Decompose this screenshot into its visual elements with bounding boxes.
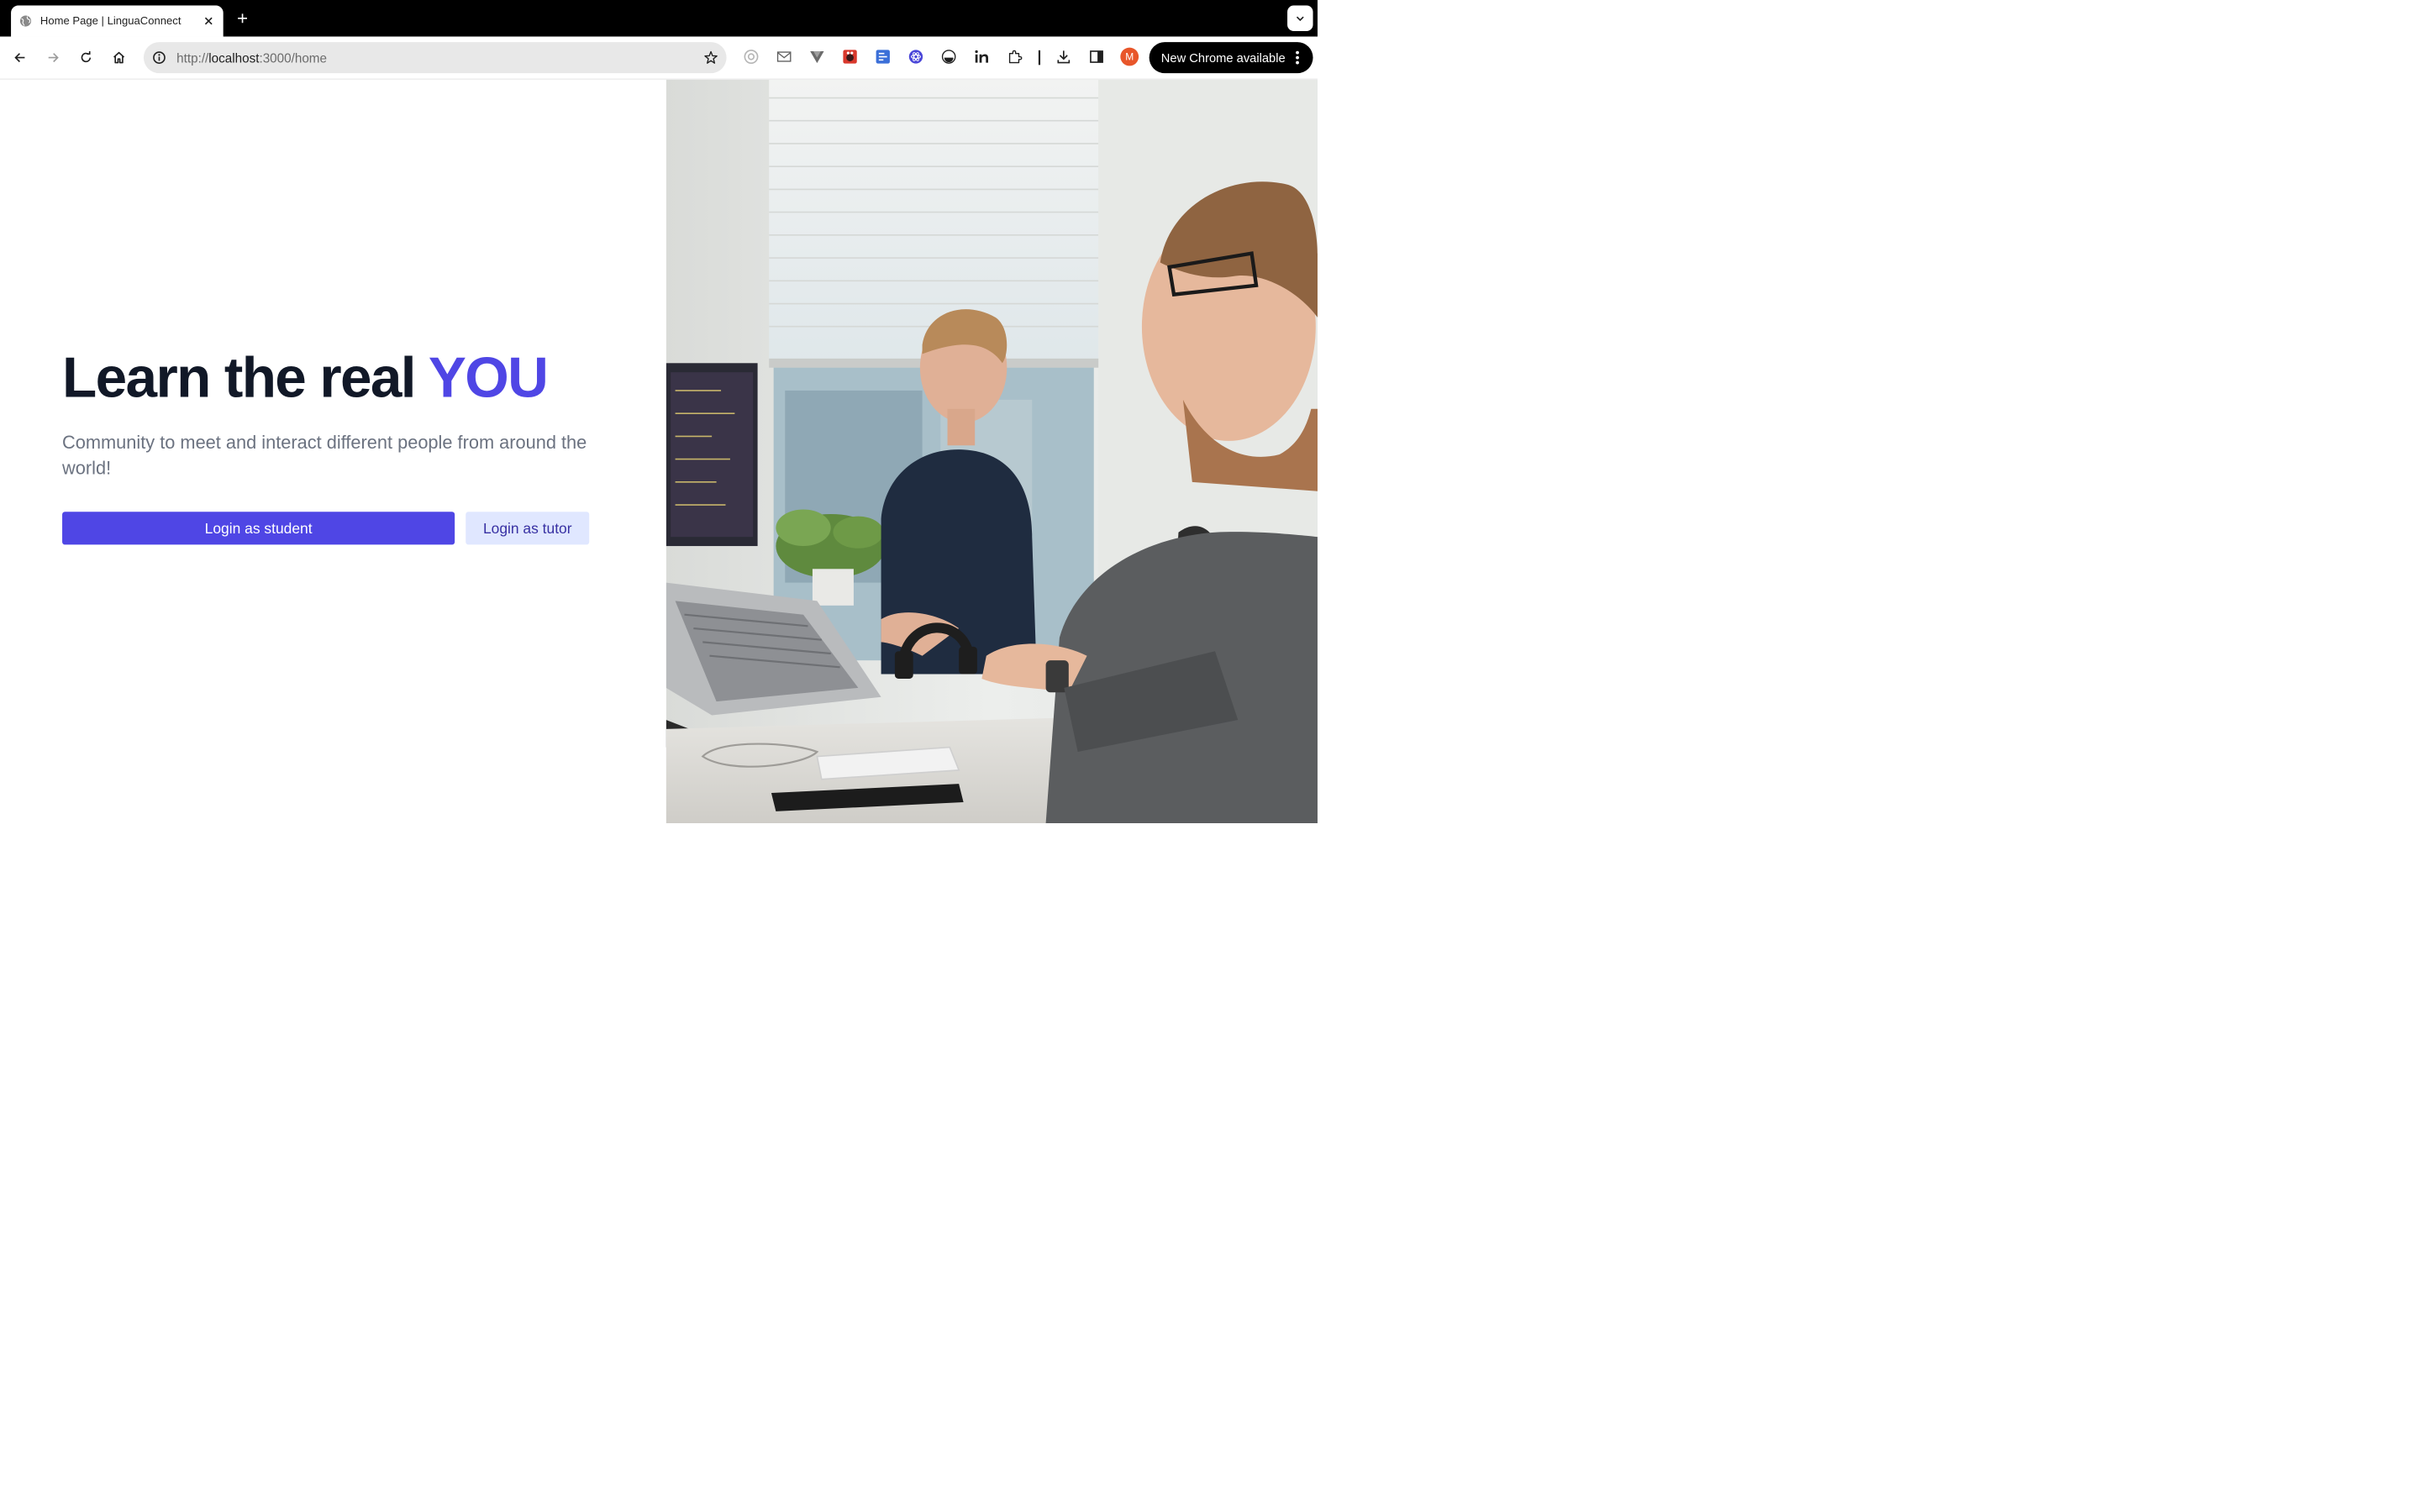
home-icon[interactable] — [108, 47, 129, 69]
url-path: :3000/home — [259, 50, 327, 66]
more-menu-icon[interactable] — [1288, 49, 1307, 67]
hero-title-accent: YOU — [428, 346, 549, 410]
react-devtools-icon[interactable] — [907, 48, 925, 66]
reload-icon[interactable] — [75, 47, 97, 69]
site-info-icon[interactable] — [150, 49, 169, 67]
tracker-extension-icon[interactable] — [939, 48, 958, 66]
timer-extension-icon[interactable] — [742, 48, 760, 66]
page-content: Learn the real YOU Community to meet and… — [0, 79, 1318, 823]
bookmark-star-icon[interactable] — [702, 49, 720, 67]
chrome-update-button[interactable]: New Chrome available — [1149, 42, 1313, 74]
browser-tab[interactable]: Home Page | LinguaConnect — [11, 5, 224, 37]
tab-title: Home Page | LinguaConnect — [39, 14, 182, 28]
chevron-down-icon[interactable] — [1287, 5, 1313, 32]
hero-section: Learn the real YOU Community to meet and… — [0, 80, 666, 823]
close-icon[interactable] — [202, 13, 216, 28]
hero-title: Learn the real YOU — [62, 346, 549, 410]
url-scheme: http:// — [176, 50, 209, 66]
toolbar-divider — [1038, 50, 1041, 66]
url-host: localhost — [208, 50, 260, 66]
globe-icon — [19, 14, 32, 27]
hero-title-main: Learn the real — [62, 346, 429, 410]
hero-subtitle: Community to meet and interact different… — [62, 433, 587, 479]
login-as-student-button[interactable]: Login as student — [62, 512, 455, 545]
chrome-update-label: New Chrome available — [1160, 50, 1286, 66]
back-arrow-icon[interactable] — [9, 47, 31, 69]
vue-devtools-icon[interactable] — [808, 48, 826, 66]
linkedin-extension-icon[interactable] — [972, 48, 991, 66]
office-photo — [666, 79, 1318, 823]
url-text: http://localhost:3000/home — [176, 51, 327, 66]
new-tab-icon[interactable] — [234, 9, 252, 28]
tab-strip: Home Page | LinguaConnect — [0, 0, 1318, 37]
download-icon[interactable] — [1055, 48, 1073, 66]
mail-extension-icon[interactable] — [775, 48, 793, 66]
side-panel-icon[interactable] — [1087, 48, 1106, 66]
avatar[interactable]: M — [1120, 47, 1139, 66]
address-bar[interactable]: http://localhost:3000/home — [143, 42, 727, 74]
login-as-tutor-button[interactable]: Login as tutor — [466, 512, 590, 545]
grid-extension-icon[interactable] — [874, 48, 892, 66]
bug-extension-icon[interactable] — [841, 48, 860, 66]
extensions-puzzle-icon[interactable] — [1006, 48, 1024, 66]
forward-arrow-icon[interactable] — [42, 47, 64, 69]
